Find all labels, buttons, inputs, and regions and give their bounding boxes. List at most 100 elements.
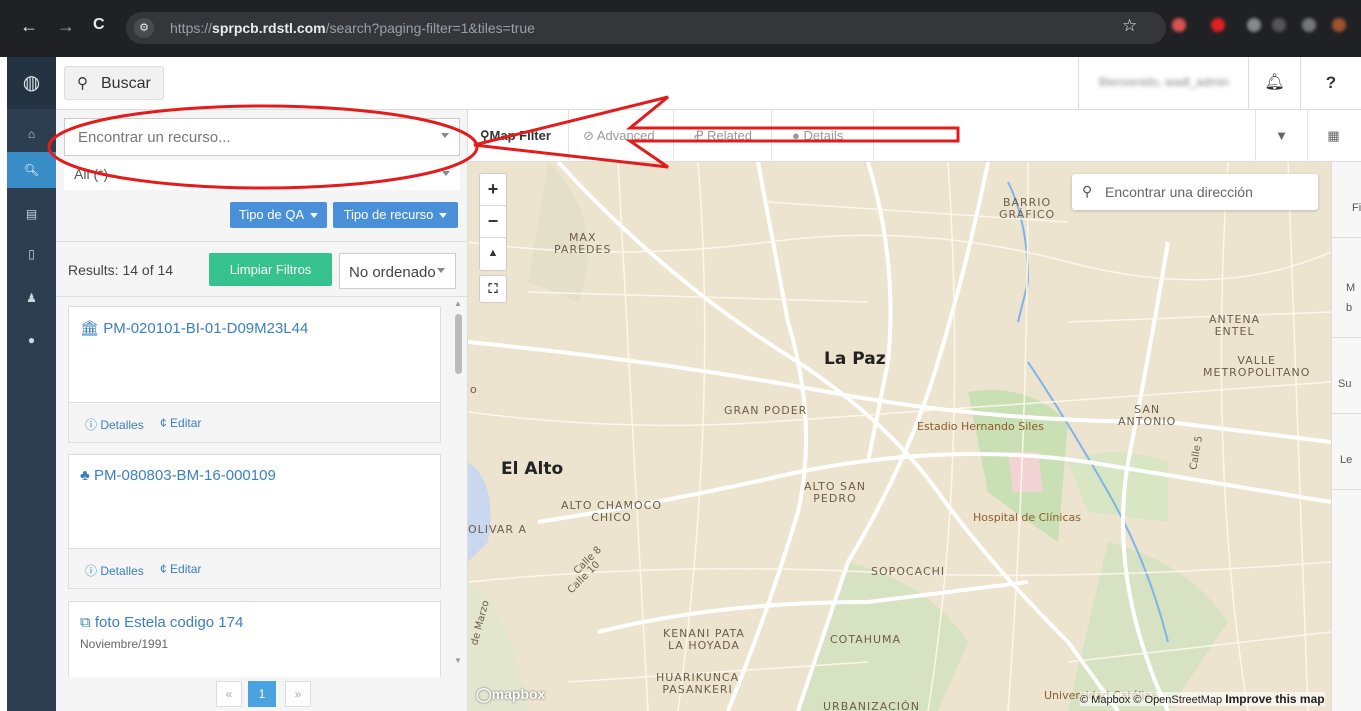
divider (56, 241, 468, 242)
pager-next-button[interactable]: » (285, 681, 311, 707)
extension-icon[interactable] (1302, 18, 1316, 32)
forward-icon[interactable]: → (57, 16, 75, 37)
map-marker-icon: ⚲ (480, 128, 490, 143)
extension-icon[interactable] (1211, 18, 1225, 32)
map-label: SOPOCACHI (871, 565, 946, 578)
all-select-value: All (*) (74, 166, 109, 182)
zoom-controls: + − ▲ (479, 173, 507, 271)
result-card[interactable]: ♣ PM-080803-BM-16-000109 ⓘ Detalles ¢ Ed… (68, 454, 441, 589)
search-icon: ⚲ (1082, 183, 1093, 199)
mapbox-logo[interactable]: ◯mapbox (476, 686, 545, 703)
result-card[interactable]: ⧉ foto Estela codigo 174 Noviembre/1991 (68, 601, 441, 677)
profile-icon[interactable] (1332, 18, 1346, 32)
right-panel-item[interactable]: Le (1332, 414, 1361, 490)
tab-related[interactable]: Ꝓ Related (674, 110, 772, 162)
app-logo[interactable]: ◍ (7, 57, 56, 109)
scroll-up-icon[interactable]: ▲ (454, 299, 462, 308)
resource-icon[interactable]: ▤ (7, 196, 56, 232)
edit-link[interactable]: ¢ Editar (160, 562, 201, 576)
resource-type-button[interactable]: Tipo de recurso (333, 202, 458, 228)
tab-map-filter[interactable]: ⚲Map Filter (468, 110, 569, 162)
site-info-icon[interactable]: ⚙ (134, 18, 154, 38)
search-label: Buscar (101, 75, 151, 92)
address-search-placeholder: Encontrar una dirección (1105, 184, 1253, 200)
chevron-down-icon (437, 268, 445, 273)
right-panel-item[interactable]: M b (1332, 238, 1361, 338)
zoom-out-button[interactable]: − (480, 206, 506, 238)
result-card[interactable]: 🏛︎ PM-020101-BI-01-D09M23L44 ⓘ Detalles … (68, 306, 441, 443)
tab-details[interactable]: ● Details (772, 110, 874, 162)
tab-bar: ⚲Map Filter ⊘ Advanced Ꝓ Related ● Detai… (468, 110, 1361, 162)
map-label: BARRIO GRÁFICO (999, 196, 1056, 221)
result-card-footer: ⓘ Detalles ¢ Editar (69, 402, 440, 442)
map-label: COTAHUMA (830, 633, 902, 646)
app-header: ⚲ Buscar Bienvenido, wadl_admin 🔔︎ ? (56, 57, 1361, 110)
sort-order-select[interactable]: No ordenado (339, 253, 456, 289)
pager-prev-button[interactable]: « (216, 681, 242, 707)
result-title-link[interactable]: ⧉ foto Estela codigo 174 (80, 614, 243, 631)
extension-icon[interactable] (1247, 18, 1261, 32)
all-select[interactable]: All (*) (64, 160, 460, 190)
result-title-link[interactable]: 🏛︎ PM-020101-BI-01-D09M23L44 (80, 319, 308, 337)
divider (56, 296, 468, 297)
right-panel-item[interactable]: Fi (1332, 162, 1361, 238)
map-view[interactable]: + − ▲ ⛶ ⚲ Encontrar una dirección BARRIO… (468, 162, 1331, 711)
fullscreen-button[interactable]: ⛶ (479, 275, 507, 303)
tab-advanced[interactable]: ⊘ Advanced (569, 110, 674, 162)
bookmark-star-icon[interactable]: ☆ (1122, 16, 1137, 36)
help-button[interactable]: ? (1300, 57, 1361, 109)
address-search-input[interactable]: ⚲ Encontrar una dirección (1072, 174, 1318, 210)
search-nav-icon[interactable]: 🔍︎ (7, 152, 56, 188)
reload-icon[interactable]: C (93, 16, 105, 34)
info-icon: ● (792, 128, 800, 143)
map-label: KENANI PATA LA HOYADA (663, 627, 745, 652)
details-link[interactable]: ⓘ Detalles (85, 562, 144, 579)
map-label: ALTO CHAMOCO CHICO (561, 499, 662, 524)
scrollbar-thumb[interactable] (455, 314, 462, 374)
map-attribution[interactable]: © Mapbox © OpenStreetMap Improve this ma… (1080, 692, 1325, 706)
map-label: VALLE METROPOLITANO (1203, 354, 1311, 379)
user-icon[interactable]: ♟ (7, 280, 56, 316)
qa-type-button[interactable]: Tipo de QA (230, 202, 327, 228)
url-text: https://sprpcb.rdstl.com/search?paging-f… (170, 20, 535, 36)
compass-button[interactable]: ▲ (480, 238, 506, 270)
edit-link[interactable]: ¢ Editar (160, 416, 201, 430)
back-icon[interactable]: ← (20, 16, 38, 37)
map-label-city: El Alto (501, 459, 564, 479)
map-label: SAN ANTONIO (1118, 403, 1177, 428)
map-label: GRAN PODER (724, 404, 808, 417)
extension-icon[interactable] (1172, 18, 1186, 32)
find-resource-select[interactable]: Encontrar un recurso... (64, 118, 460, 156)
pager-current-page[interactable]: 1 (248, 681, 276, 707)
chevron-down-icon (441, 133, 449, 138)
clear-filters-button[interactable]: Limpiar Filtros (209, 253, 332, 286)
search-icon: ⚲ (77, 75, 88, 92)
file-icon[interactable]: ▯ (7, 236, 56, 272)
right-panel-item[interactable]: Su (1332, 338, 1361, 414)
link-icon: Ꝓ (694, 128, 704, 143)
calendar-icon[interactable]: ▦ (1307, 110, 1359, 162)
user-menu[interactable]: Bienvenido, wadl_admin (1078, 57, 1248, 109)
bookmark-icon[interactable]: ▼ (1255, 110, 1307, 162)
map-label: URBANIZACIÓN (823, 700, 920, 711)
address-bar[interactable]: ⚙ https://sprpcb.rdstl.com/search?paging… (126, 12, 1166, 44)
map-label: ANTENA ENTEL (1209, 313, 1261, 338)
museum-icon: 🏛︎ (80, 320, 100, 337)
improve-map-link[interactable]: Improve this map (1225, 692, 1324, 706)
home-icon[interactable]: ⌂ (7, 116, 56, 152)
map-label: OLIVAR A (468, 523, 528, 536)
zoom-in-button[interactable]: + (480, 174, 506, 206)
find-resource-placeholder: Encontrar un recurso... (78, 129, 231, 146)
sort-order-value: No ordenado (349, 264, 436, 281)
search-button[interactable]: ⚲ Buscar (64, 66, 164, 100)
map-label: o (470, 383, 477, 396)
result-title-link[interactable]: ♣ PM-080803-BM-16-000109 (80, 467, 276, 484)
scroll-down-icon[interactable]: ▼ (454, 656, 462, 665)
map-label: MAX PAREDES (554, 231, 612, 256)
settings-icon[interactable]: ● (7, 322, 56, 358)
notifications-bell-icon[interactable]: 🔔︎ (1248, 57, 1300, 109)
extension-icon[interactable] (1272, 18, 1286, 32)
expand-icon: ⛶ (488, 281, 498, 296)
details-link[interactable]: ⓘ Detalles (85, 416, 144, 433)
user-name: Bienvenido, wadl_admin (1099, 75, 1230, 89)
